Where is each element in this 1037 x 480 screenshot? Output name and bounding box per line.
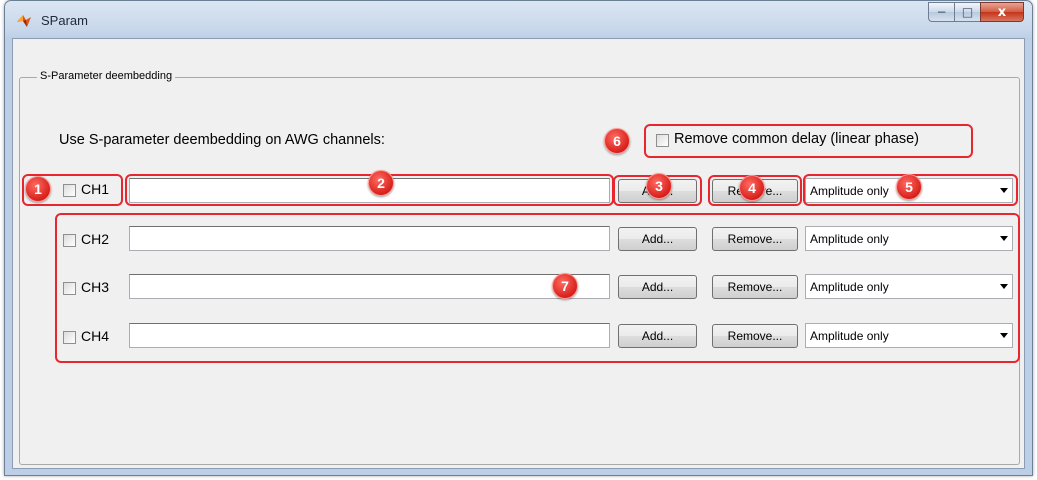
callout-badge-3: 3	[646, 173, 672, 199]
callout-badge-1: 1	[25, 176, 51, 202]
callout-badge-4: 4	[739, 175, 765, 201]
callout-badge-5: 5	[896, 174, 922, 200]
client-area: S-Parameter deembedding Use S-parameter …	[12, 38, 1025, 469]
maximize-button[interactable]: □	[954, 2, 980, 22]
callout-badge-2: 2	[368, 170, 394, 196]
window-controls: − □ x	[928, 2, 1024, 22]
deembed-prompt: Use S-parameter deembedding on AWG chann…	[59, 132, 385, 148]
sparam-window: SParam − □ x S-Parameter deembedding Use…	[4, 0, 1033, 476]
close-button[interactable]: x	[980, 2, 1024, 22]
callout-box-7	[55, 213, 1020, 363]
groupbox-legend: S-Parameter deembedding	[37, 70, 176, 82]
window-title: SParam	[41, 13, 88, 28]
title-bar[interactable]: SParam − □ x	[5, 1, 1032, 39]
callout-badge-7: 7	[552, 273, 578, 299]
matlab-icon	[17, 15, 31, 27]
maximize-icon: □	[961, 5, 974, 19]
callout-badge-6: 6	[604, 128, 630, 154]
minimize-icon: −	[936, 5, 947, 19]
callout-box-6	[644, 124, 973, 158]
close-icon: x	[997, 4, 1007, 20]
minimize-button[interactable]: −	[928, 2, 954, 22]
